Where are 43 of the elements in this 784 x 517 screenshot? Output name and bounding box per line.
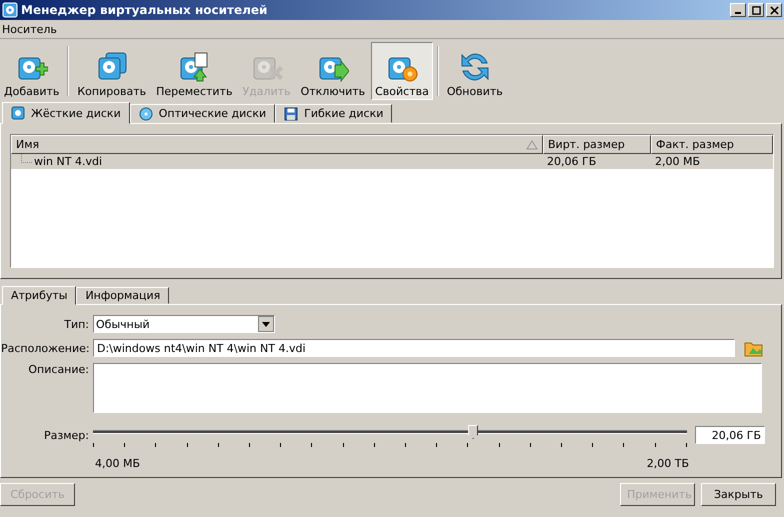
tab[interactable]: Оптические диски (130, 104, 276, 123)
table-cell: win NT 4.vdi (34, 155, 102, 168)
field-label: Описание: (27, 363, 89, 376)
maximize-button[interactable] (748, 3, 764, 17)
field-label: Расположение: (1, 342, 89, 354)
toolbar-button[interactable]: Отключить (296, 42, 370, 100)
table-row[interactable]: win NT 4.vdi 20,06 ГБ 2,00 МБ (11, 154, 773, 169)
slider-max-label: 2,00 ТБ (646, 457, 689, 470)
column-header[interactable]: Вирт. размер (543, 135, 651, 154)
tree-line (21, 154, 32, 163)
size-field[interactable]: 20,06 ГБ (695, 426, 765, 444)
toolbar-button[interactable]: Переместить (152, 42, 236, 100)
tab[interactable]: Гибкие диски (275, 104, 392, 123)
minimize-button[interactable] (730, 3, 746, 17)
toolbar-button[interactable]: Копировать (73, 42, 150, 100)
tab[interactable]: Атрибуты (2, 286, 76, 305)
close-button[interactable] (766, 3, 782, 17)
field-label: Тип: (63, 318, 89, 330)
toolbar-button[interactable]: Обновить (442, 42, 507, 100)
table-cell-text: 20,06 ГБ (546, 155, 598, 168)
type-dropdown[interactable]: Обычный (93, 315, 275, 333)
column-header[interactable]: Имя (11, 135, 543, 154)
disk-document-icon (178, 51, 210, 83)
tab[interactable]: Информация (76, 287, 170, 304)
toolbar-button[interactable]: Добавить (0, 42, 64, 100)
description-field[interactable] (93, 363, 762, 413)
dialog-button[interactable]: Закрыть (701, 483, 776, 506)
optical-disc-icon (138, 106, 153, 120)
slider-min-label: 4,00 МБ (95, 457, 140, 470)
slider-thumb[interactable] (468, 425, 478, 439)
close-icon (770, 6, 778, 14)
location-field[interactable]: D:\windows nt4\win NT 4\win NT 4.vdi (93, 339, 735, 357)
column-header[interactable]: Факт. размер (651, 135, 773, 154)
sort-icon (526, 140, 538, 150)
menu-item[interactable]: Носитель (0, 22, 59, 36)
window-title: Менеджер виртуальных носителей (21, 3, 268, 17)
refresh-icon (458, 51, 491, 83)
tab[interactable]: Жёсткие диски (2, 102, 130, 124)
maximize-icon (752, 6, 760, 14)
field-label: Размер: (43, 428, 89, 442)
toolbar-button[interactable]: Свойства (371, 42, 433, 100)
table-cell-text: 2,00 МБ (654, 155, 702, 168)
minimize-icon (735, 12, 741, 14)
